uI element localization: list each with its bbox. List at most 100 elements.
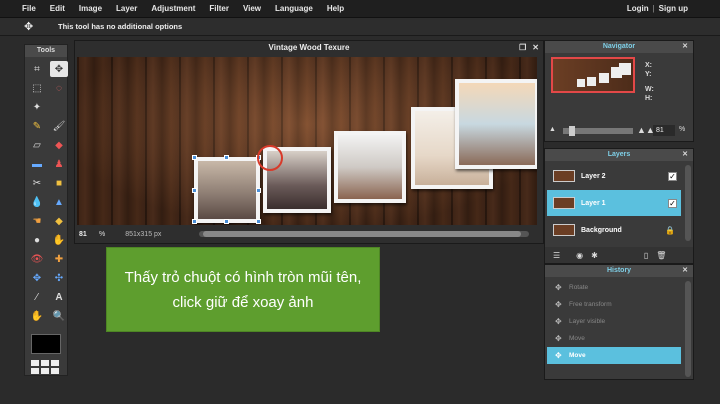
menu-filter[interactable]: Filter xyxy=(209,0,229,18)
crop-tool-icon[interactable]: ⌗ xyxy=(28,61,46,77)
transform-handle[interactable] xyxy=(224,155,229,160)
transform-handle[interactable] xyxy=(256,219,261,224)
menu-edit[interactable]: Edit xyxy=(50,0,65,18)
canvas-window: Vintage Wood Texure ❐ ✕ 81 % 851x315 px xyxy=(74,40,544,244)
transform-handle[interactable] xyxy=(192,188,197,193)
empty-slot xyxy=(50,99,68,115)
navigator-coords: X: Y: W: H: xyxy=(645,61,654,103)
menu-image[interactable]: Image xyxy=(79,0,102,18)
layers-title-text: Layers xyxy=(607,151,631,158)
clone-stamp-icon[interactable]: ♟ xyxy=(50,156,68,172)
grid-view-icon[interactable] xyxy=(31,360,61,374)
signup-link[interactable]: Sign up xyxy=(659,0,688,18)
transform-handle[interactable] xyxy=(224,219,229,224)
menu-adjustment[interactable]: Adjustment xyxy=(151,0,195,18)
history-step-icon: ✥ xyxy=(555,317,562,326)
layer-thumbnail xyxy=(553,197,575,209)
auth-links: Login | Sign up xyxy=(627,0,688,18)
paint-bucket-icon[interactable]: ◆ xyxy=(50,137,68,153)
color-replace-icon[interactable]: ✂ xyxy=(28,175,46,191)
layer-mask-icon[interactable]: ◉ xyxy=(576,251,583,260)
bloat-tool-icon[interactable]: ✥ xyxy=(28,270,46,286)
type-tool-icon[interactable]: A xyxy=(50,289,68,305)
history-item-label: Move xyxy=(569,335,585,342)
menu-layer[interactable]: Layer xyxy=(116,0,137,18)
sponge-tool-icon[interactable]: ◆ xyxy=(50,213,68,229)
burn-tool-icon[interactable]: ✋ xyxy=(50,232,68,248)
options-message: This tool has no additional options xyxy=(58,22,183,31)
history-item[interactable]: ✥ Move xyxy=(547,330,681,347)
history-item[interactable]: ✥ Rotate xyxy=(547,279,681,296)
close-icon[interactable]: ✕ xyxy=(682,149,688,161)
visibility-checkbox[interactable]: ✓ xyxy=(668,198,677,208)
navigator-title: Navigator ✕ xyxy=(545,41,693,53)
smudge-tool-icon[interactable]: ☚ xyxy=(28,213,46,229)
horizontal-scrollbar[interactable] xyxy=(199,231,529,237)
restore-icon[interactable]: ❐ xyxy=(519,41,526,55)
transform-handle[interactable] xyxy=(192,155,197,160)
layers-scrollbar[interactable] xyxy=(685,165,691,241)
spot-heal-icon[interactable]: ✚ xyxy=(50,251,68,267)
zoom-input[interactable]: 81 xyxy=(653,125,675,136)
tutorial-caption: Thấy trỏ chuột có hình tròn mũi tên, cli… xyxy=(106,247,380,332)
layer-row-selected[interactable]: Layer 1 ✓ xyxy=(547,190,681,216)
color-swatch[interactable] xyxy=(31,334,61,354)
color-picker-icon[interactable]: ⁄ xyxy=(28,289,46,305)
red-eye-tool-icon[interactable]: 👁 xyxy=(28,251,46,267)
menu-file[interactable]: File xyxy=(22,0,36,18)
history-item-selected[interactable]: ✥ Move xyxy=(547,347,681,364)
zoom-tool-icon[interactable]: 🔍 xyxy=(50,308,68,324)
layer-row[interactable]: Layer 2 ✓ xyxy=(547,163,681,189)
new-layer-icon[interactable]: ▯ xyxy=(644,251,648,260)
canvas-status-bar: 81 % 851x315 px xyxy=(75,225,543,243)
sharpen-tool-icon[interactable]: ▲ xyxy=(50,194,68,210)
pinch-tool-icon[interactable]: ✣ xyxy=(50,270,68,286)
history-step-icon: ✥ xyxy=(555,334,562,343)
history-item[interactable]: ✥ Free transform xyxy=(547,296,681,313)
pencil-tool-icon[interactable]: ✎ xyxy=(28,118,46,134)
layer-row[interactable]: Background 🔒 xyxy=(547,217,681,243)
menu-help[interactable]: Help xyxy=(327,0,344,18)
zoom-value[interactable]: 81 xyxy=(79,231,97,238)
layer-style-icon[interactable]: ✱ xyxy=(591,251,598,260)
transform-handle[interactable] xyxy=(256,188,261,193)
layer-thumbnail xyxy=(553,170,575,182)
move-tool-icon[interactable]: ✥ xyxy=(50,61,68,77)
history-scrollbar[interactable] xyxy=(685,281,691,377)
close-icon[interactable]: ✕ xyxy=(532,41,539,55)
magic-wand-icon[interactable]: ✦ xyxy=(28,99,46,115)
eraser-tool-icon[interactable]: ▱ xyxy=(28,137,46,153)
history-title-text: History xyxy=(606,267,632,274)
gradient-tool-icon[interactable]: ▬ xyxy=(28,156,46,172)
zoom-out-icon[interactable]: ▲ xyxy=(549,126,556,133)
marquee-tool-icon[interactable]: ⬚ xyxy=(28,80,46,96)
delete-layer-icon[interactable]: 🗑 xyxy=(656,251,666,260)
photo-3[interactable] xyxy=(334,131,406,203)
visibility-checkbox[interactable]: ✓ xyxy=(668,171,677,181)
layer-settings-icon[interactable]: ☰ xyxy=(553,251,560,260)
photo-selected[interactable] xyxy=(194,157,260,223)
photo-5[interactable] xyxy=(455,79,537,169)
rotate-cursor-highlight xyxy=(257,145,283,171)
window-controls: ❐ ✕ xyxy=(519,41,539,55)
close-icon[interactable]: ✕ xyxy=(682,265,688,277)
menu-language[interactable]: Language xyxy=(275,0,313,18)
history-item[interactable]: ✥ Layer visible xyxy=(547,313,681,330)
drawing-tool-icon[interactable]: ■ xyxy=(50,175,68,191)
navigator-thumbnail[interactable] xyxy=(551,57,635,93)
canvas-image[interactable] xyxy=(77,57,537,225)
brush-tool-icon[interactable]: 🖌 xyxy=(50,118,68,134)
close-icon[interactable]: ✕ xyxy=(682,41,688,53)
zoom-slider-handle[interactable] xyxy=(569,126,575,136)
menu-view[interactable]: View xyxy=(243,0,261,18)
lasso-tool-icon[interactable]: ◌ xyxy=(50,80,68,96)
x-label: X: xyxy=(645,62,652,69)
document-title: Vintage Wood Texure xyxy=(268,43,350,52)
transform-handle[interactable] xyxy=(192,219,197,224)
hand-tool-icon[interactable]: ✋ xyxy=(28,308,46,324)
blur-tool-icon[interactable]: 💧 xyxy=(28,194,46,210)
login-link[interactable]: Login xyxy=(627,0,649,18)
tools-panel: Tools ⌗ ✥ ⬚ ◌ ✦ ✎ 🖌 ▱ ◆ ▬ ♟ ✂ ■ 💧 ▲ ☚ ◆ … xyxy=(24,44,68,376)
dodge-tool-icon[interactable]: ● xyxy=(28,232,46,248)
navigator-zoom: ▲ ▲▲ 81 % xyxy=(549,125,689,137)
